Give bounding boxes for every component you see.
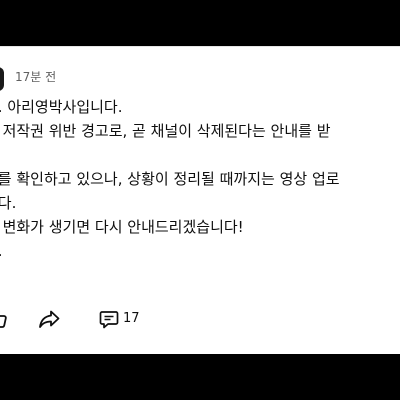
divider [0,46,400,47]
post-line: 에 저작권 위반 경고로, 곧 채널이 삭제된다는 안내를 받 [0,122,331,140]
post-line: 니다. [0,194,17,212]
post-line: 치를 확인하고 있으나, 상황이 정리될 때까지는 영상 업로 [0,170,340,188]
post-body: 요. 아리영박사입니다. 에 저작권 위반 경고로, 곧 채널이 삭제된다는 안… [0,95,400,263]
post-line [0,143,400,167]
comment-icon[interactable] [97,307,121,331]
post-timestamp[interactable]: 17분 전 [15,69,56,85]
share-icon[interactable] [37,307,61,331]
channel-avatar[interactable] [0,67,4,91]
post-line: 에 변화가 생기면 다시 안내드리겠습니다! [0,218,244,236]
comment-count[interactable]: 17 [123,311,140,327]
post-actions: 17 [0,303,400,335]
post-line: 요. 아리영박사입니다. [0,98,123,116]
post-line: 다. [0,239,400,263]
community-post-card: 17분 전 요. 아리영박사입니다. 에 저작권 위반 경고로, 곧 채널이 삭… [0,46,400,354]
thumbs-up-icon[interactable] [0,307,10,331]
